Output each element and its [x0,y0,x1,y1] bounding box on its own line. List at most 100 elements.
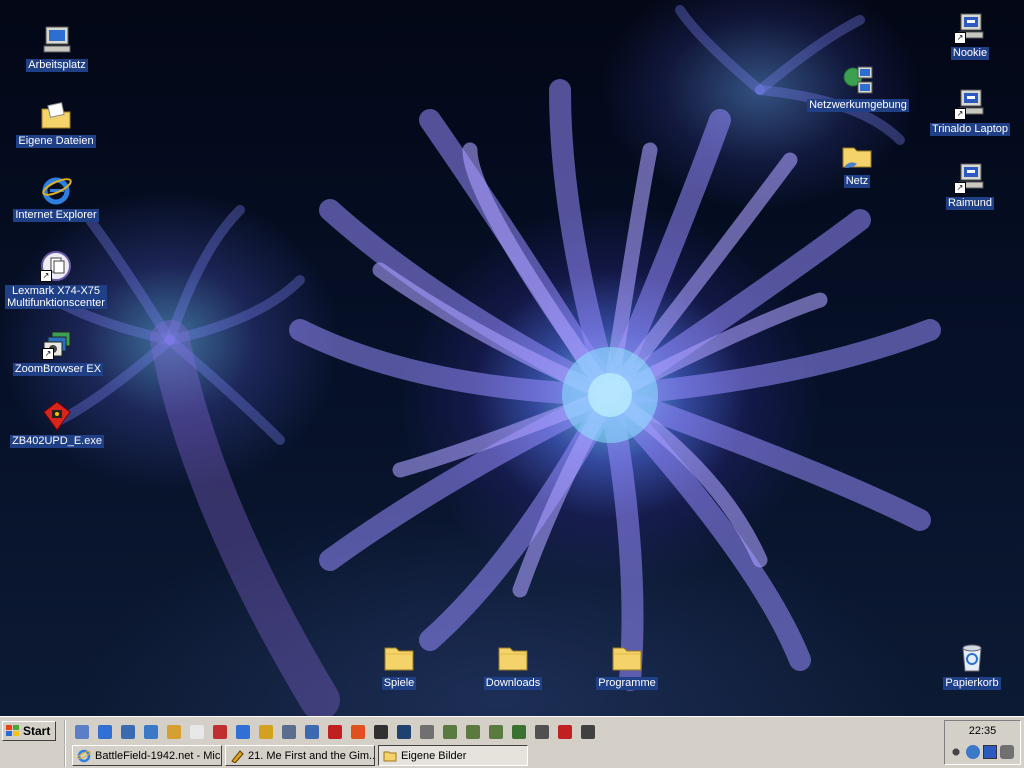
desktop-icon-netz[interactable]: Netz [836,140,878,188]
icon-label: Lexmark X74-X75 Multifunktionscenter [5,285,107,309]
game-icon [511,725,526,739]
windows-logo-icon [6,725,20,737]
desktop-icon-spiele[interactable]: Spiele [370,642,428,690]
desktop-icon-trinaldo-laptop[interactable]: ↗ Trinaldo Laptop [928,88,1012,136]
tank-icon [488,725,503,739]
icon-label: Programme [596,677,658,690]
icon-label: Netzwerkumgebung [807,99,909,112]
desktop-icon-eigene-dateien[interactable]: Eigene Dateien [16,100,96,148]
quick-launch-button[interactable] [371,723,390,742]
icon-label: ZB402UPD_E.exe [10,435,104,448]
desktop-icon-zb402upd[interactable]: ZB402UPD_E.exe [10,400,104,448]
icon-label: Trinaldo Laptop [929,123,1011,136]
media-icon [327,725,342,739]
quick-launch-button[interactable] [141,723,160,742]
quick-launch-button[interactable] [463,723,482,742]
installer-icon [41,400,73,432]
icon-label: Arbeitsplatz [26,59,88,72]
quick-launch-button[interactable] [302,723,321,742]
icon-label-line: Lexmark X74-X75 [11,285,101,297]
desktop-icon-nookie[interactable]: ↗ Nookie [944,12,996,60]
zoombrowser-icon: ↗ [42,328,74,360]
task-buttons: BattleField-1942.net - Mic... 21. Me Fir… [64,745,528,767]
task-button-winamp[interactable]: 21. Me First and the Gim... [225,745,375,766]
monitor-icon[interactable] [983,745,997,759]
recycle-bin-icon [956,642,988,674]
quick-launch-bar [64,720,597,744]
task-label: Eigene Bilder [401,749,467,762]
key-icon [258,725,273,739]
desktop-icon-programme[interactable]: Programme [594,642,660,690]
icon-label: ZoomBrowser EX [12,363,104,376]
volume-icon[interactable] [949,745,963,759]
burn-icon [350,725,365,739]
task-label: 21. Me First and the Gim... [248,749,375,762]
quick-launch-button[interactable] [95,723,114,742]
clock[interactable]: 22:35 [945,725,1020,737]
shortcut-arrow-icon: ↗ [40,270,52,282]
desktop-icon-papierkorb[interactable]: Papierkorb [940,642,1004,690]
icon-label: Raimund [945,197,995,210]
quick-launch-button[interactable] [532,723,551,742]
connection-icon[interactable] [1000,745,1014,759]
internet-explorer-icon [97,725,112,739]
start-button[interactable]: Start [2,721,56,741]
icon-label: Papierkorb [943,677,1001,690]
speaker-icon [580,725,595,739]
network-computer-icon: ↗ [954,162,986,194]
icon-label: Netz [843,175,871,188]
desktop-icon-arbeitsplatz[interactable]: Arbeitsplatz [22,24,92,72]
network-computer-icon: ↗ [954,12,986,44]
icon-label-line: Multifunktionscenter [7,297,105,309]
desktop-icon-lexmark[interactable]: ↗ Lexmark X74-X75 Multifunktionscenter [5,250,107,309]
quick-launch-button[interactable] [509,723,528,742]
quick-launch-button[interactable] [72,723,91,742]
quick-launch-button[interactable] [233,723,252,742]
quick-launch-button[interactable] [256,723,275,742]
internet-explorer-icon [77,749,91,762]
pencil-icon [166,725,181,739]
task-button-eigene-bilder[interactable]: Eigene Bilder [378,745,528,766]
quick-launch-button[interactable] [325,723,344,742]
document-icon [189,725,204,739]
shortcut-arrow-icon: ↗ [954,182,966,194]
lexmark-icon: ↗ [40,250,72,282]
tank-icon [465,725,480,739]
quick-launch-button[interactable] [440,723,459,742]
terminal-icon [396,725,411,739]
tray-icons [949,745,1014,759]
desktop-icon-downloads[interactable]: Downloads [478,642,548,690]
desktop[interactable]: Arbeitsplatz Eigene Dateien Internet Exp… [0,0,1024,716]
icon-label: Nookie [950,47,990,60]
quick-launch-button[interactable] [486,723,505,742]
pc-icon [281,725,296,739]
quick-launch-button[interactable] [578,723,597,742]
start-label: Start [23,724,51,738]
documents-folder-icon [40,100,72,132]
quick-launch-button[interactable] [164,723,183,742]
desktop-icon-netzwerkumgebung[interactable]: Netzwerkumgebung [806,64,910,112]
desktop-icon-internet-explorer[interactable]: Internet Explorer [12,174,100,222]
quick-launch-button[interactable] [394,723,413,742]
quick-launch-button[interactable] [279,723,298,742]
quick-launch-button[interactable] [348,723,367,742]
tank-icon [442,725,457,739]
network-computer-icon: ↗ [954,88,986,120]
quick-launch-button[interactable] [187,723,206,742]
shortcut-arrow-icon: ↗ [954,108,966,120]
folder-icon [383,642,415,674]
computer-icon [41,24,73,56]
network-places-icon [842,64,874,96]
desktop-icon-raimund[interactable]: ↗ Raimund [944,162,996,210]
quick-launch-button[interactable] [417,723,436,742]
quick-launch-button[interactable] [118,723,137,742]
internet-explorer-icon [40,174,72,206]
network-icon [120,725,135,739]
taskbar: Start BattleField-1942.net - Mic... 21. … [0,716,1024,768]
quick-launch-button[interactable] [555,723,574,742]
task-button-battlefield[interactable]: BattleField-1942.net - Mic... [72,745,222,766]
network-icon[interactable] [966,745,980,759]
quick-launch-button[interactable] [210,723,229,742]
phone-icon [143,725,158,739]
desktop-icon-zoombrowser[interactable]: ↗ ZoomBrowser EX [12,328,104,376]
